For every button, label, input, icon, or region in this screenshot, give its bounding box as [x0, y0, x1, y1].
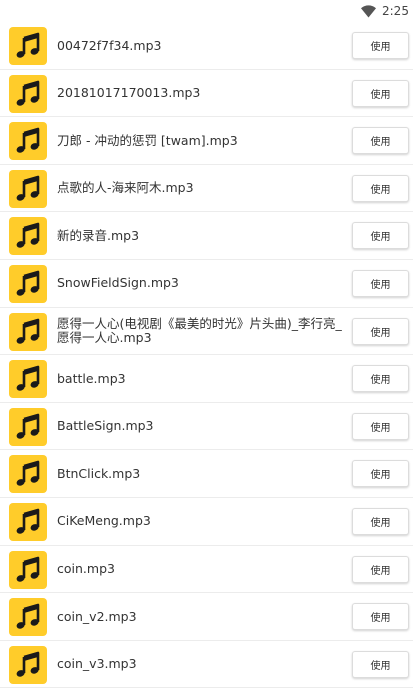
list-item[interactable]: 刀郎 - 冲动的惩罚 [twam].mp3 使用 [0, 117, 413, 165]
music-tile [9, 264, 47, 303]
file-name: coin.mp3 [57, 561, 115, 577]
music-note-icon [16, 80, 40, 106]
music-tile [9, 74, 47, 113]
music-note-icon [16, 461, 40, 487]
file-name: 00472f7f34.mp3 [57, 37, 162, 53]
music-note-icon [16, 223, 40, 249]
file-name: coin_v3.mp3 [57, 656, 137, 672]
list-item[interactable]: 新的录音.mp3 使用 [0, 212, 413, 260]
file-name: 刀郎 - 冲动的惩罚 [twam].mp3 [57, 132, 238, 148]
file-name: SnowFieldSign.mp3 [57, 275, 179, 291]
row-divider [0, 687, 413, 689]
use-button[interactable]: 使用 [352, 79, 409, 107]
wifi-icon [361, 5, 376, 18]
music-note-icon [16, 508, 40, 534]
list-item[interactable]: 点歌的人-海来阿木.mp3 使用 [0, 165, 413, 213]
use-button[interactable]: 使用 [352, 412, 409, 440]
use-button[interactable]: 使用 [352, 32, 409, 59]
music-note-icon [16, 127, 40, 153]
file-name: BattleSign.mp3 [57, 418, 154, 434]
use-button[interactable]: 使用 [352, 555, 409, 583]
music-tile [9, 550, 47, 589]
music-note-icon [16, 175, 40, 201]
use-button[interactable]: 使用 [352, 650, 409, 678]
file-name: 新的录音.mp3 [57, 227, 140, 243]
use-button[interactable]: 使用 [352, 269, 409, 297]
use-button[interactable]: 使用 [352, 603, 409, 631]
use-button[interactable]: 使用 [352, 460, 409, 488]
list-item[interactable]: BattleSign.mp3 使用 [0, 403, 413, 451]
list-item[interactable]: 00472f7f34.mp3 使用 [0, 22, 413, 70]
use-button[interactable]: 使用 [352, 507, 409, 535]
list-item[interactable]: coin_v2.mp3 使用 [0, 593, 413, 641]
file-name: battle.mp3 [57, 370, 126, 386]
file-name: BtnClick.mp3 [57, 465, 141, 481]
list-item[interactable]: coin.mp3 使用 [0, 546, 413, 594]
music-note-icon [16, 413, 40, 439]
music-tile [9, 360, 47, 399]
music-tile [9, 122, 47, 161]
file-name: 愿得一人心(电视剧《最美的时光》片头曲)_李行亮_愿得一人心.mp3 [57, 316, 342, 346]
file-name: CiKeMeng.mp3 [57, 513, 151, 529]
list-item[interactable]: CiKeMeng.mp3 使用 [0, 498, 413, 546]
music-tile [9, 169, 47, 208]
music-tile [9, 645, 47, 684]
list-item[interactable]: BtnClick.mp3 使用 [0, 450, 413, 498]
music-file-list: 00472f7f34.mp3 使用 20181017170013.mp3 使用 [0, 22, 413, 689]
list-item[interactable]: battle.mp3 使用 [0, 355, 413, 403]
status-bar: 2:25 [0, 0, 413, 24]
music-note-icon [16, 32, 40, 58]
music-tile [9, 27, 47, 65]
use-button[interactable]: 使用 [352, 365, 409, 393]
list-item[interactable]: 愿得一人心(电视剧《最美的时光》片头曲)_李行亮_愿得一人心.mp3 使用 [0, 308, 413, 356]
music-tile [9, 455, 47, 494]
music-tile [9, 407, 47, 446]
music-note-icon [16, 556, 40, 582]
music-note-icon [16, 603, 40, 629]
list-item[interactable]: SnowFieldSign.mp3 使用 [0, 260, 413, 308]
use-button[interactable]: 使用 [352, 174, 409, 202]
file-name: 点歌的人-海来阿木.mp3 [57, 180, 194, 196]
status-time: 2:25 [382, 4, 409, 18]
list-item[interactable]: coin_v3.mp3 使用 [0, 641, 413, 689]
use-button[interactable]: 使用 [352, 317, 409, 345]
music-note-icon [16, 651, 40, 677]
music-tile [9, 502, 47, 541]
list-item[interactable]: 20181017170013.mp3 使用 [0, 70, 413, 118]
file-name: 20181017170013.mp3 [57, 85, 201, 101]
use-button[interactable]: 使用 [352, 222, 409, 250]
music-note-icon [16, 365, 40, 391]
file-name: coin_v2.mp3 [57, 608, 137, 624]
music-tile [9, 217, 47, 256]
music-tile [9, 598, 47, 637]
music-tile [9, 312, 47, 351]
music-note-icon [16, 270, 40, 296]
use-button[interactable]: 使用 [352, 127, 409, 155]
music-note-icon [16, 318, 40, 344]
